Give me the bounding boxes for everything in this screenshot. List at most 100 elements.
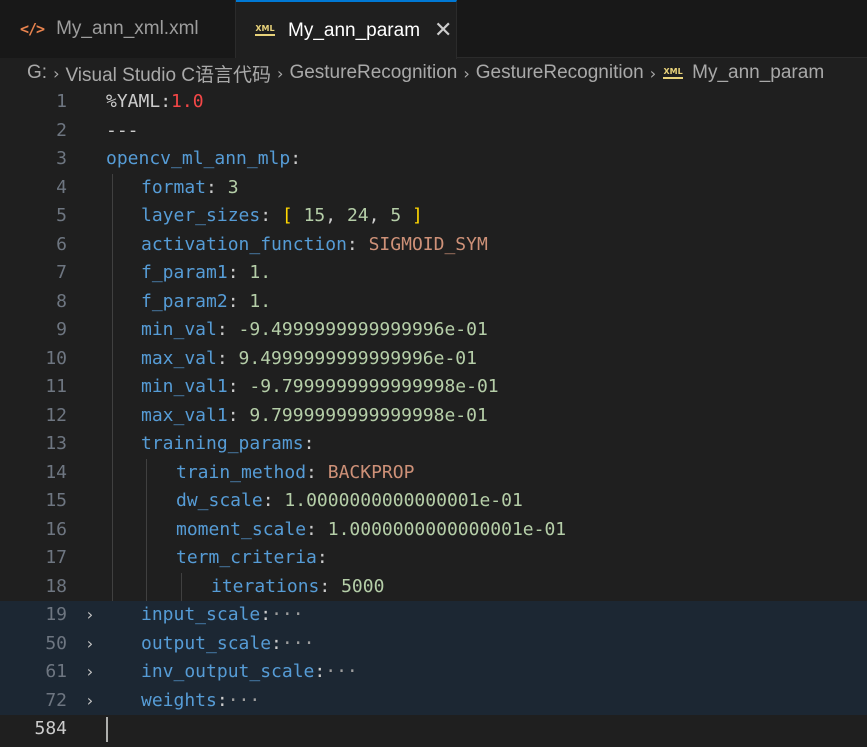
text-cursor	[106, 717, 108, 742]
code-token: inv_output_scale	[141, 661, 315, 682]
code-line[interactable]: 18 iterations: 5000	[0, 572, 867, 601]
code-token: SIGMOID_SYM	[368, 233, 488, 255]
code-token: :	[271, 632, 282, 654]
code-token: dw_scale	[176, 490, 263, 511]
code-token: :	[346, 233, 369, 255]
code-token: 5000	[341, 575, 385, 597]
breadcrumb-item-solution[interactable]: GestureRecognition	[289, 62, 457, 84]
code-token: f_param1	[141, 262, 228, 283]
code-token: ---	[106, 119, 139, 141]
code-token: BACKPROP	[327, 461, 415, 483]
code-line[interactable]: 4 format: 3	[0, 173, 867, 202]
code-token: 5	[390, 205, 413, 226]
code-line[interactable]: 14 train_method: BACKPROP	[0, 458, 867, 487]
code-token: :	[216, 319, 239, 340]
folded-code-line[interactable]: 50 › output_scale:···	[0, 629, 867, 659]
code-line[interactable]: 8 f_param2: 1.	[0, 287, 867, 316]
fold-chevron-icon[interactable]: ›	[80, 687, 100, 716]
code-token: iterations	[211, 575, 320, 597]
code-token: output_scale	[141, 632, 272, 654]
breadcrumb: G: › Visual Studio C语言代码 › GestureRecogn…	[0, 58, 867, 88]
fold-chevron-icon[interactable]: ›	[80, 630, 100, 659]
code-text: min_val: -9.4999999999999996e-01	[106, 316, 867, 345]
fold-chevron-icon[interactable]: ›	[80, 601, 100, 630]
code-line[interactable]: 6 activation_function: SIGMOID_SYM	[0, 230, 867, 260]
code-line[interactable]: 11 min_val1: -9.7999999999999998e-01	[0, 373, 867, 402]
breadcrumb-item-project[interactable]: GestureRecognition	[476, 62, 644, 84]
code-token: :	[227, 376, 250, 397]
code-text: min_val1: -9.7999999999999998e-01	[106, 373, 867, 402]
code-token: term_criteria	[176, 547, 317, 568]
line-number: 72	[45, 689, 67, 711]
line-number: 7	[56, 262, 67, 283]
line-number: 17	[45, 547, 67, 568]
tab-my-ann-xml[interactable]: </> My_ann_xml.xml	[0, 0, 236, 58]
code-text: dw_scale: 1.0000000000000001e-01	[106, 487, 867, 516]
code-line[interactable]: 16 moment_scale: 1.0000000000000001e-01	[0, 515, 867, 544]
code-line[interactable]: 1 %YAML:1.0	[0, 88, 867, 117]
code-token: ,	[368, 205, 391, 226]
code-token: :	[262, 490, 285, 511]
folded-code-line[interactable]: 72 › weights:···	[0, 686, 867, 716]
xml-file-icon: XML	[662, 67, 684, 79]
line-number: 19	[45, 604, 67, 625]
code-text: term_criteria:	[106, 544, 867, 573]
code-line[interactable]: 2 ---	[0, 117, 867, 146]
code-line[interactable]: 17 term_criteria:	[0, 544, 867, 573]
close-icon[interactable]: ✕	[434, 19, 452, 42]
code-text: %YAML:1.0	[106, 88, 867, 117]
code-editor[interactable]: 1 %YAML:1.0 2 --- 3 opencv_ml_ann_mlp: 4 format…	[0, 88, 867, 747]
code-token: :	[316, 547, 328, 568]
code-token: -9.4999999999999996e-01	[238, 319, 488, 340]
code-token: :	[303, 433, 315, 454]
code-text: max_val: 9.4999999999999996e-01	[106, 345, 867, 374]
code-token: ···	[325, 661, 358, 682]
code-token: weights	[141, 689, 217, 711]
chevron-right-icon: ›	[53, 63, 60, 83]
line-number: 4	[56, 176, 67, 198]
line-number: 14	[45, 461, 67, 483]
code-token: :	[216, 347, 239, 369]
folded-code-line[interactable]: 61 › inv_output_scale:···	[0, 658, 867, 687]
code-brackets-icon: </>	[20, 20, 45, 38]
line-number: 584	[34, 718, 67, 739]
code-token: :	[290, 148, 302, 169]
code-token: :	[216, 689, 228, 711]
code-token: :	[306, 461, 328, 483]
breadcrumb-item-folder[interactable]: Visual Studio C语言代码	[65, 60, 271, 87]
code-line[interactable]: 3 opencv_ml_ann_mlp:	[0, 145, 867, 174]
code-line[interactable]: 10 max_val: 9.4999999999999996e-01	[0, 344, 867, 374]
code-token: 15	[292, 205, 326, 226]
code-line[interactable]: 9 min_val: -9.4999999999999996e-01	[0, 316, 867, 345]
code-token: 1.	[249, 262, 272, 283]
code-token: :	[260, 205, 282, 226]
tab-my-ann-param[interactable]: XML My_ann_param ✕	[236, 0, 457, 59]
code-line[interactable]: 584	[0, 715, 867, 744]
code-text: max_val1: 9.7999999999999998e-01	[106, 402, 867, 431]
breadcrumb-item-file[interactable]: My_ann_param	[692, 62, 824, 84]
code-token: 1.0000000000000001e-01	[284, 490, 523, 511]
code-line[interactable]: 12 max_val1: 9.7999999999999998e-01	[0, 401, 867, 431]
line-number: 2	[56, 119, 67, 141]
code-token: min_val	[141, 319, 217, 340]
fold-chevron-icon[interactable]: ›	[80, 658, 100, 687]
code-token: training_params	[141, 433, 304, 454]
code-token: opencv_ml_ann_mlp	[106, 148, 291, 169]
code-text: f_param1: 1.	[106, 259, 867, 288]
line-number: 16	[45, 518, 67, 540]
code-token: ]	[412, 205, 423, 226]
code-text: training_params:	[106, 430, 867, 459]
code-line[interactable]: 13 training_params:	[0, 430, 867, 459]
code-line[interactable]: 5 layer_sizes: [ 15, 24, 5 ]	[0, 202, 867, 231]
code-line[interactable]: 15 dw_scale: 1.0000000000000001e-01	[0, 487, 867, 516]
line-number: 50	[45, 632, 67, 654]
code-token: input_scale	[141, 604, 261, 625]
code-token: max_val	[141, 347, 217, 369]
folded-code-line[interactable]: 19 › input_scale:···	[0, 601, 867, 630]
code-text: activation_function: SIGMOID_SYM	[106, 231, 867, 260]
code-text: opencv_ml_ann_mlp:	[106, 145, 867, 174]
breadcrumb-item-drive[interactable]: G:	[27, 62, 47, 84]
code-token: format	[141, 176, 207, 198]
code-token: 24	[346, 205, 369, 226]
code-line[interactable]: 7 f_param1: 1.	[0, 259, 867, 288]
